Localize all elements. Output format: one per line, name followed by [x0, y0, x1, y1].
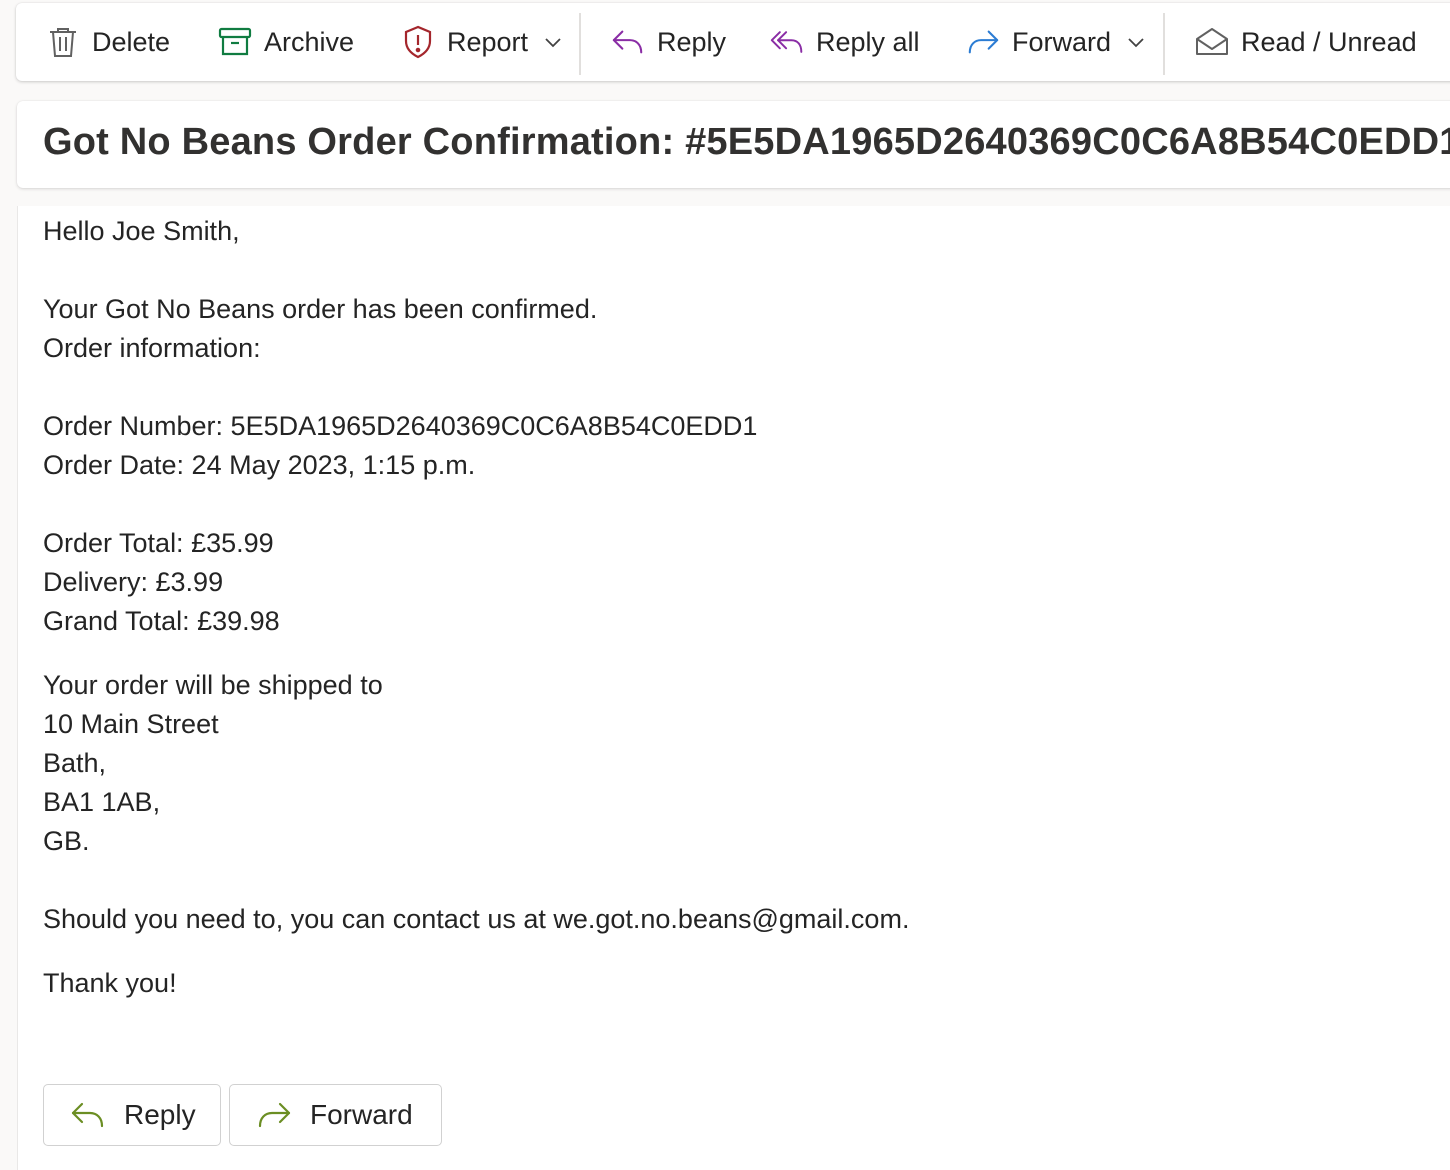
reply-arrow-icon — [611, 25, 645, 59]
contact-line: Should you need to, you can contact us a… — [43, 904, 910, 934]
reply-all-arrow-icon — [770, 25, 804, 59]
message-subject: Got No Beans Order Confirmation: #5E5DA1… — [43, 121, 1450, 163]
delete-button[interactable]: Delete — [46, 3, 170, 81]
shipping-intro-line: Your order will be shipped to — [43, 670, 383, 700]
chevron-down-icon[interactable] — [1127, 33, 1145, 51]
report-label: Report — [447, 26, 529, 57]
order-date-line: Order Date: 24 May 2023, 1:15 p.m. — [43, 450, 476, 480]
order-total-line: Order Total: £35.99 — [43, 528, 274, 558]
report-button[interactable]: Report — [401, 3, 562, 81]
reply-button[interactable]: Reply — [611, 3, 726, 81]
greeting-line: Hello Joe Smith, — [43, 216, 240, 246]
forward-button[interactable]: Forward — [966, 3, 1145, 81]
forward-label: Forward — [1012, 26, 1112, 57]
order-info-heading: Order information: — [43, 333, 261, 363]
envelope-open-icon — [1195, 25, 1229, 59]
archive-button[interactable]: Archive — [218, 3, 354, 81]
delivery-line: Delivery: £3.99 — [43, 567, 224, 597]
message-body-text: Hello Joe Smith, Your Got No Beans order… — [43, 212, 909, 1003]
trash-icon — [46, 25, 80, 59]
chevron-down-icon[interactable] — [544, 33, 562, 51]
forward-arrow-icon — [966, 25, 1000, 59]
reply-all-button[interactable]: Reply all — [770, 3, 920, 81]
delete-label: Delete — [92, 26, 171, 57]
address-city: Bath, — [43, 748, 107, 778]
address-street: 10 Main Street — [43, 709, 219, 739]
order-number-line: Order Number: 5E5DA1965D2640369C0C6A8B54… — [43, 411, 758, 441]
toolbar-divider — [1163, 13, 1165, 75]
reply-all-label: Reply all — [816, 26, 920, 57]
confirmation-line: Your Got No Beans order has been confirm… — [43, 294, 598, 324]
archive-label: Archive — [264, 26, 355, 57]
read-unread-button[interactable]: Read / Unread — [1195, 3, 1417, 81]
bottom-reply-label: Reply — [124, 1099, 196, 1130]
grand-total-line: Grand Total: £39.98 — [43, 606, 280, 636]
archive-icon — [218, 25, 252, 59]
bottom-forward-button[interactable]: Forward — [229, 1084, 442, 1146]
subject-header: Got No Beans Order Confirmation: #5E5DA1… — [17, 101, 1450, 188]
command-toolbar: Delete Archive Report Reply Reply all Fo… — [16, 3, 1450, 81]
address-country: GB. — [43, 826, 90, 856]
reply-arrow-icon — [70, 1097, 106, 1133]
thanks-line: Thank you! — [43, 968, 177, 998]
forward-arrow-icon — [256, 1097, 292, 1133]
read-unread-label: Read / Unread — [1241, 26, 1417, 57]
toolbar-divider — [579, 13, 581, 75]
message-body: Hello Joe Smith, Your Got No Beans order… — [17, 206, 1450, 1170]
reply-label: Reply — [657, 26, 727, 57]
address-postcode: BA1 1AB, — [43, 787, 161, 817]
bottom-reply-button[interactable]: Reply — [43, 1084, 221, 1146]
bottom-forward-label: Forward — [310, 1099, 413, 1130]
shield-alert-icon — [401, 25, 435, 59]
